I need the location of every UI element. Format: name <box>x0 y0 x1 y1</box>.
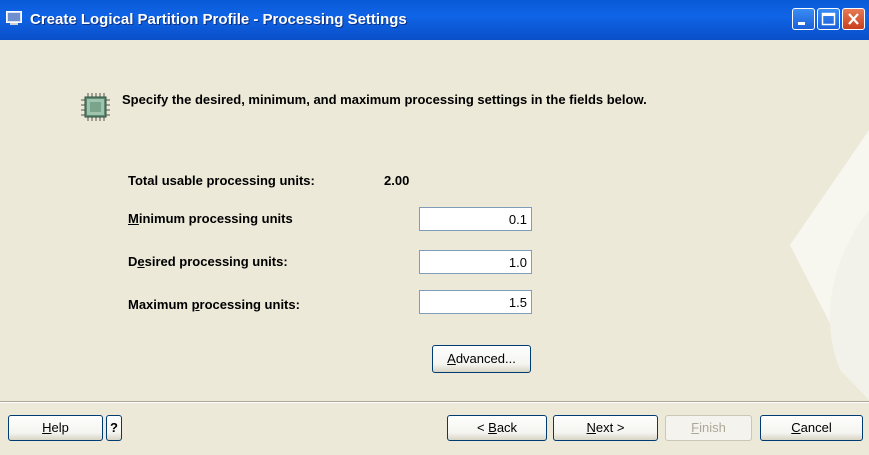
minimize-button[interactable] <box>792 8 815 30</box>
finish-accel: F <box>691 420 700 435</box>
desired-label-text: sired processing units: <box>144 254 288 269</box>
title-bar[interactable]: Create Logical Partition Profile - Proce… <box>0 0 869 40</box>
advanced-button[interactable]: Advanced... <box>432 345 531 373</box>
back-button[interactable]: < Back <box>447 415 547 441</box>
cancel-label: ancel <box>800 420 832 435</box>
desired-label-start: D <box>128 254 138 269</box>
maximum-label-start: Maximum <box>128 297 192 312</box>
maximum-units-label: Maximum processing units: <box>128 297 300 312</box>
maximum-accel: p <box>191 297 200 312</box>
help-accel: H <box>42 420 52 435</box>
finish-button[interactable]: Finish <box>665 415 752 441</box>
next-button[interactable]: Next > <box>553 415 658 441</box>
desired-accel: e <box>137 254 145 269</box>
finish-label: inish <box>699 420 726 435</box>
maximize-button[interactable] <box>817 8 840 30</box>
cancel-accel: C <box>791 420 801 435</box>
minimize-icon <box>798 22 805 25</box>
minimum-label-text: inimum processing units <box>138 211 293 226</box>
total-units-value: 2.00 <box>384 173 410 188</box>
close-button[interactable] <box>842 8 865 30</box>
next-label: ext > <box>595 420 625 435</box>
back-accel: B <box>488 420 497 435</box>
help-label: elp <box>51 420 69 435</box>
close-icon <box>848 13 859 25</box>
back-label: ack <box>496 420 518 435</box>
button-bar-divider <box>0 401 869 403</box>
maximum-units-input[interactable] <box>419 290 532 314</box>
minimum-units-input[interactable] <box>419 207 532 231</box>
desired-units-input[interactable] <box>419 250 532 274</box>
window-app-icon <box>6 11 22 25</box>
dialog-body: Specify the desired, minimum, and maximu… <box>0 40 869 455</box>
window-title: Create Logical Partition Profile - Proce… <box>30 11 407 28</box>
instructions-text: Specify the desired, minimum, and maximu… <box>122 92 647 107</box>
cancel-button[interactable]: Cancel <box>760 415 863 441</box>
desired-units-label: Desired processing units: <box>128 254 288 269</box>
maximize-icon <box>821 12 836 26</box>
help-button[interactable]: Help <box>8 415 103 441</box>
advanced-accel: A <box>447 351 456 366</box>
next-accel: N <box>586 420 596 435</box>
total-units-label: Total usable processing units: <box>128 173 315 188</box>
processor-chip-icon <box>81 93 110 121</box>
context-help-button[interactable]: ? <box>106 415 122 441</box>
minimum-accel: M <box>128 211 139 226</box>
minimum-units-label: Minimum processing units <box>128 211 293 226</box>
advanced-label: dvanced... <box>455 351 516 366</box>
back-arrow: < <box>476 420 489 435</box>
maximum-label-text: rocessing units: <box>199 297 300 312</box>
